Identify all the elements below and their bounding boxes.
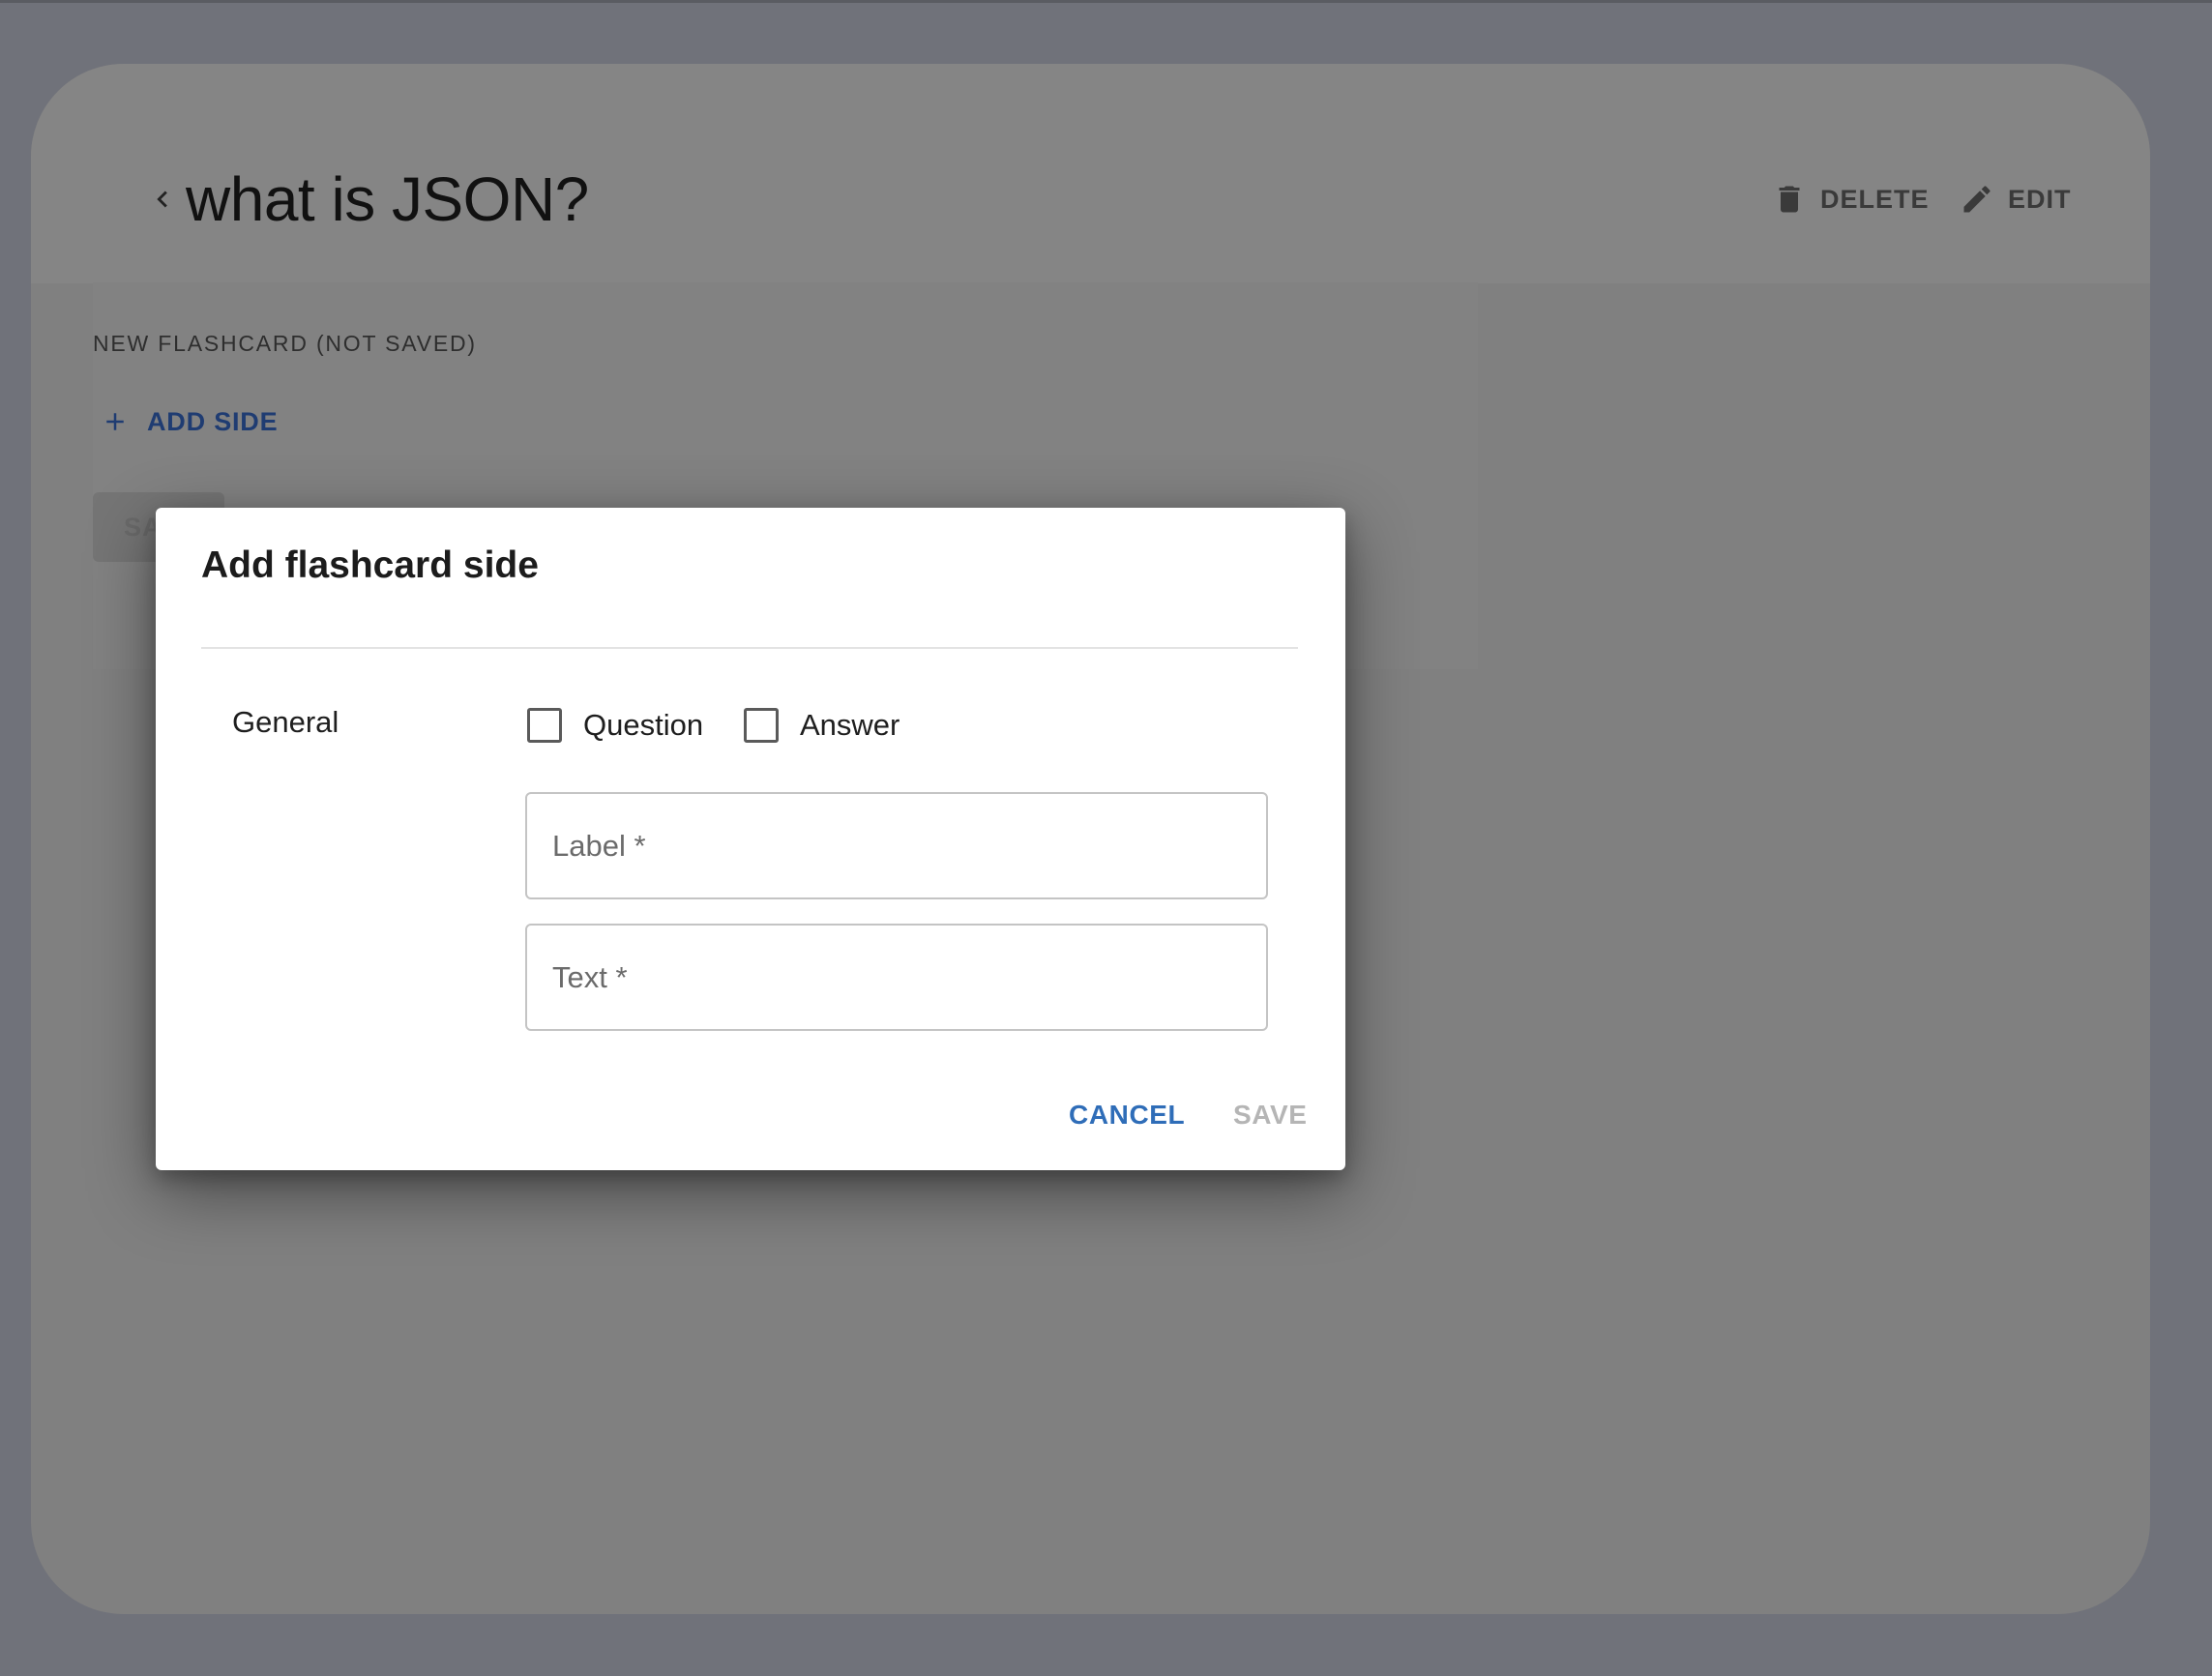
question-checkbox[interactable]: Question: [527, 704, 703, 747]
answer-label: Answer: [800, 708, 900, 742]
pencil-icon: [1963, 186, 1991, 213]
section-label: NEW FLASHCARD (NOT SAVED): [93, 331, 477, 356]
edit-label: EDIT: [2008, 184, 2072, 214]
cancel-button[interactable]: CANCEL: [1069, 1100, 1185, 1131]
edit-button[interactable]: EDIT: [1960, 168, 2072, 230]
dialog-divider: [201, 647, 1298, 649]
add-side-button[interactable]: ADD SIDE: [101, 393, 278, 451]
text-field[interactable]: [525, 924, 1268, 1031]
chevron-left-icon: [157, 191, 167, 208]
checkbox-box[interactable]: [527, 708, 562, 743]
page-header: what is JSON? DELETE EDIT: [31, 64, 2150, 283]
label-field[interactable]: [525, 792, 1268, 899]
answer-checkbox[interactable]: Answer: [744, 704, 900, 747]
page-title: what is JSON?: [186, 164, 589, 234]
checkbox-box[interactable]: [744, 708, 779, 743]
add-side-label: ADD SIDE: [147, 406, 279, 436]
save-button[interactable]: SAVE: [1233, 1100, 1308, 1131]
window-top-edge: [0, 0, 2212, 3]
plus-icon: [106, 413, 124, 430]
group-label: General: [232, 705, 339, 739]
label-input[interactable]: [527, 794, 1266, 897]
dialog-title: Add flashcard side: [201, 544, 539, 586]
trash-icon: [1779, 186, 1800, 213]
delete-label: DELETE: [1820, 184, 1930, 214]
delete-button[interactable]: DELETE: [1772, 168, 1930, 230]
add-side-dialog: Add flashcard side General Question Answ…: [156, 508, 1345, 1170]
text-input[interactable]: [527, 926, 1266, 1029]
question-label: Question: [583, 708, 704, 742]
